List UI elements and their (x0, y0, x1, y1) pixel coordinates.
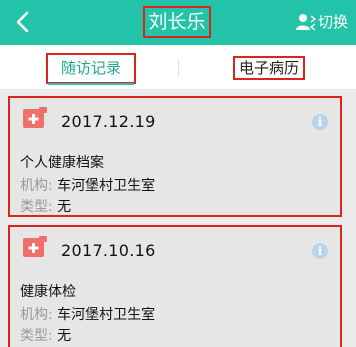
kind-value: 无 (57, 328, 72, 344)
record-type: 个人健康档案 (20, 155, 104, 171)
record-card[interactable]: 2017.10.16 i 健康体检 机构: 车河堡村卫生室 类型: 无 (8, 225, 342, 347)
info-icon[interactable]: i (312, 243, 328, 259)
tab-bar: 随访记录 电子病历 (0, 45, 356, 89)
organization-label: 机构: (20, 307, 53, 323)
medical-record-icon (23, 236, 47, 257)
organization-label: 机构: (20, 178, 53, 194)
tab-followup-records[interactable]: 随访记录 (46, 53, 136, 84)
user-switch-icon (296, 14, 316, 31)
page-title: 刘长乐 (143, 6, 211, 38)
record-type: 健康体检 (20, 284, 76, 300)
record-organization: 机构: 车河堡村卫生室 (20, 175, 155, 195)
medical-record-icon (23, 107, 47, 128)
record-card[interactable]: 2017.12.19 i 个人健康档案 机构: 车河堡村卫生室 类型: 无 (8, 96, 342, 217)
back-arrow-icon (16, 11, 29, 33)
organization-value: 车河堡村卫生室 (57, 307, 156, 323)
kind-value: 无 (57, 199, 72, 215)
kind-label: 类型: (20, 328, 53, 344)
switch-user-button[interactable]: 切换 (296, 10, 352, 34)
info-icon[interactable]: i (312, 114, 328, 130)
tab-electronic-medical-record[interactable]: 电子病历 (233, 56, 305, 80)
switch-label: 切换 (318, 13, 349, 31)
app-header: 刘长乐 切换 (0, 0, 356, 45)
back-button[interactable] (10, 8, 36, 36)
tab-divider (178, 59, 179, 77)
record-organization: 机构: 车河堡村卫生室 (20, 304, 155, 324)
active-tab-indicator (48, 83, 134, 85)
record-date: 2017.10.16 (61, 241, 156, 260)
kind-label: 类型: (20, 199, 53, 215)
record-kind: 类型: 无 (20, 196, 71, 216)
organization-value: 车河堡村卫生室 (57, 178, 156, 194)
record-kind: 类型: 无 (20, 325, 71, 345)
record-date: 2017.12.19 (61, 112, 156, 131)
